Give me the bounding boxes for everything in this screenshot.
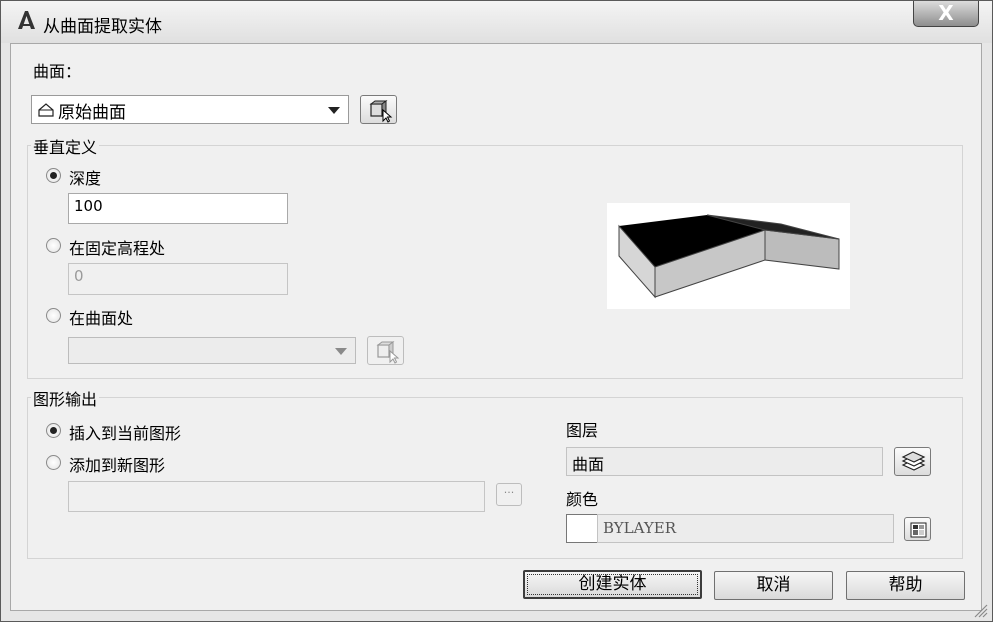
depth-label: 深度: [69, 169, 102, 188]
title-bar[interactable]: 从曲面提取实体 X: [1, 1, 992, 43]
autocad-icon: [18, 11, 35, 29]
layer-label: 图层: [566, 421, 599, 440]
elevation-label: 在固定高程处: [69, 239, 166, 258]
surface-selected: 原始曲面: [58, 103, 126, 123]
pick-surface-button[interactable]: [360, 95, 397, 124]
window-title: 从曲面提取实体: [43, 17, 162, 37]
depth-radio[interactable]: [46, 168, 61, 183]
at-surface-label: 在曲面处: [69, 309, 134, 328]
layer-button[interactable]: [894, 447, 931, 476]
create-solid-button[interactable]: 创建实体: [523, 570, 702, 599]
at-surface-radio[interactable]: [46, 308, 61, 323]
color-button[interactable]: [904, 517, 931, 541]
color-palette-icon: [910, 522, 927, 538]
surface-label: 曲面：: [33, 62, 82, 81]
pick-at-surface-button[interactable]: [367, 336, 404, 365]
surface-icon: [38, 103, 54, 117]
create-solid-label: 创建实体: [578, 574, 647, 594]
resize-grip-icon[interactable]: [972, 602, 988, 618]
insert-current-radio[interactable]: [46, 423, 61, 438]
close-button[interactable]: X: [913, 1, 979, 27]
color-label: 颜色: [566, 490, 599, 509]
insert-current-label: 插入到当前图形: [69, 424, 182, 443]
color-swatch: [566, 514, 598, 543]
elevation-input[interactable]: 0: [68, 263, 288, 295]
pick-object-icon: [376, 341, 400, 364]
at-surface-dropdown[interactable]: [68, 337, 356, 364]
help-label: 帮助: [888, 575, 923, 595]
layer-field[interactable]: 曲面: [566, 447, 883, 476]
help-button[interactable]: 帮助: [846, 571, 965, 600]
cancel-label: 取消: [756, 575, 791, 595]
vertical-definition-title: 垂直定义: [31, 134, 100, 158]
dialog-window: 从曲面提取实体 X 曲面： 原始曲面 垂直定义 深度 100 在固定高程处 0 …: [0, 0, 993, 622]
elevation-radio[interactable]: [46, 238, 61, 253]
layers-icon: [901, 451, 926, 471]
ellipsis-icon: ···: [503, 486, 515, 499]
surface-dropdown[interactable]: 原始曲面: [31, 95, 349, 124]
new-drawing-path-input[interactable]: [68, 481, 485, 512]
chevron-down-icon: [335, 347, 347, 355]
graphic-output-title: 图形输出: [31, 386, 100, 410]
add-new-radio[interactable]: [46, 455, 61, 470]
add-new-label: 添加到新图形: [69, 456, 166, 475]
chevron-down-icon: [328, 106, 340, 114]
dialog-body: 曲面： 原始曲面 垂直定义 深度 100 在固定高程处 0 在曲面处 图形输出 …: [10, 43, 982, 611]
close-icon: X: [938, 1, 954, 25]
solid-preview-image: [607, 203, 850, 309]
pick-object-icon: [369, 100, 393, 123]
color-field[interactable]: BYLAYER: [597, 514, 894, 543]
browse-button[interactable]: ···: [496, 483, 522, 506]
depth-input[interactable]: 100: [68, 193, 288, 224]
cancel-button[interactable]: 取消: [714, 571, 833, 600]
extruded-solid-icon: [618, 214, 840, 299]
